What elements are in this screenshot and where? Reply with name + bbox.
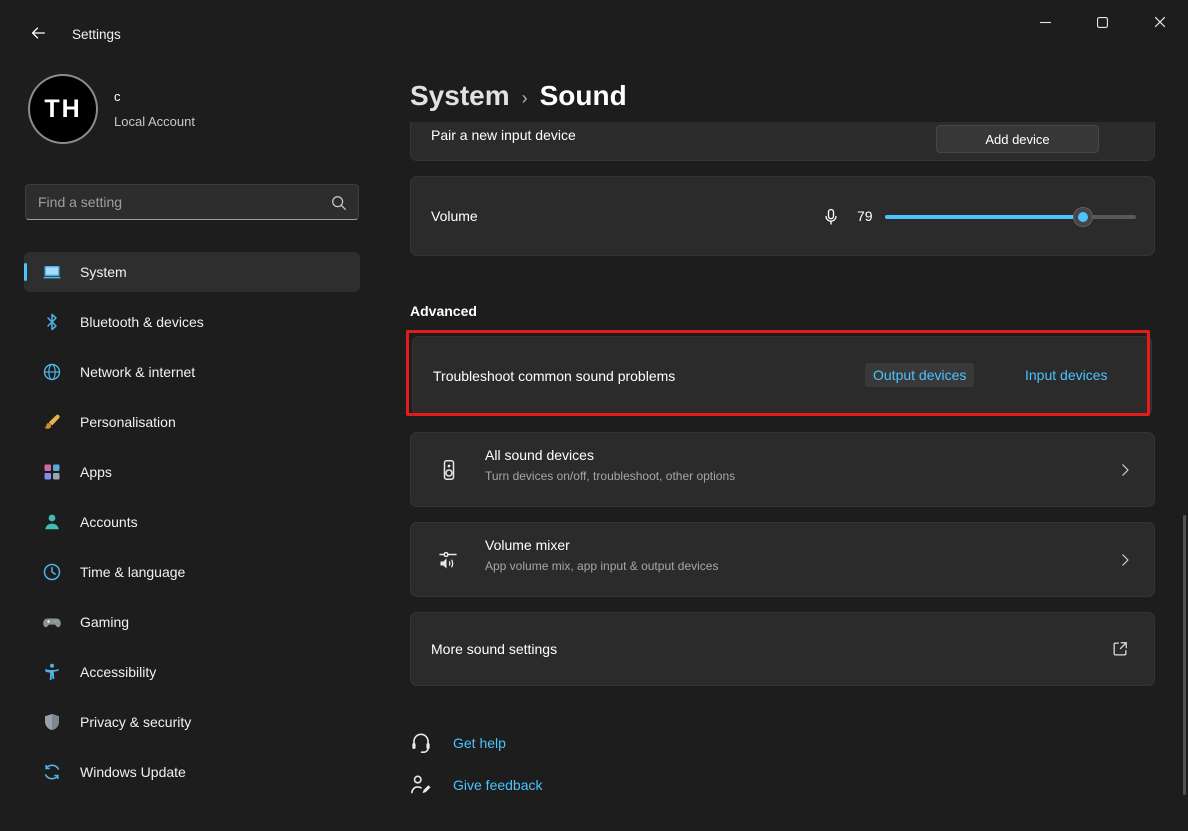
maximize-button[interactable]: [1074, 0, 1131, 44]
minimize-button[interactable]: [1017, 0, 1074, 44]
bluetooth-icon: [42, 312, 62, 332]
output-devices-link[interactable]: Output devices: [865, 363, 974, 387]
sidebar-item-label: System: [80, 264, 127, 280]
chevron-right-icon: [1116, 461, 1134, 479]
troubleshoot-label: Troubleshoot common sound problems: [433, 368, 675, 384]
give-feedback-icon: [408, 772, 434, 798]
troubleshoot-row: Troubleshoot common sound problems Outpu…: [412, 336, 1152, 416]
volume-mixer-title: Volume mixer: [485, 537, 718, 553]
accounts-icon: [42, 512, 62, 532]
sidebar-item-gaming[interactable]: Gaming: [24, 602, 360, 642]
search-box: [25, 184, 359, 220]
sidebar-item-privacy-security[interactable]: Privacy & security: [24, 702, 360, 742]
window-controls: [1017, 0, 1188, 44]
network-icon: [42, 362, 62, 382]
give-feedback-link[interactable]: Give feedback: [453, 777, 543, 793]
sidebar-item-label: Time & language: [80, 564, 185, 580]
sidebar-item-label: Windows Update: [80, 764, 186, 780]
scroll-area: Pair a new input device Add device Volum…: [384, 122, 1188, 831]
apps-icon: [42, 462, 62, 482]
volume-mixer-subtitle: App volume mix, app input & output devic…: [485, 559, 718, 573]
volume-row: Volume 79: [410, 176, 1155, 256]
breadcrumb-separator-icon: ›: [522, 83, 528, 109]
sidebar-item-label: Apps: [80, 464, 112, 480]
sidebar-item-personalisation[interactable]: Personalisation: [24, 402, 360, 442]
get-help-icon: [408, 730, 434, 756]
volume-label: Volume: [431, 208, 478, 224]
get-help-link[interactable]: Get help: [453, 735, 506, 751]
chevron-right-icon: [1116, 551, 1134, 569]
sidebar-item-label: Bluetooth & devices: [80, 314, 204, 330]
breadcrumb-system[interactable]: System: [410, 80, 510, 112]
personalisation-icon: [42, 412, 62, 432]
back-arrow-icon: [29, 24, 47, 42]
sidebar-nav: System Bluetooth & devices Network & int…: [24, 252, 360, 802]
minimize-icon: [1040, 17, 1051, 28]
sidebar-item-label: Personalisation: [80, 414, 176, 430]
sidebar-item-label: Accounts: [80, 514, 138, 530]
speaker-device-icon: [437, 458, 461, 482]
sidebar-item-accounts[interactable]: Accounts: [24, 502, 360, 542]
more-sound-settings-row[interactable]: More sound settings: [410, 612, 1155, 686]
all-sound-devices-row[interactable]: All sound devices Turn devices on/off, t…: [410, 432, 1155, 507]
sidebar-item-accessibility[interactable]: Accessibility: [24, 652, 360, 692]
microphone-icon: [821, 207, 841, 227]
gaming-icon: [42, 612, 62, 632]
more-sound-settings-title: More sound settings: [431, 641, 557, 657]
get-help-row: Get help: [408, 730, 506, 756]
pair-input-device-row: Pair a new input device Add device: [410, 122, 1155, 161]
page-title: Sound: [540, 80, 627, 112]
external-link-icon: [1110, 639, 1130, 659]
pair-input-device-label: Pair a new input device: [431, 127, 576, 143]
all-sound-devices-subtitle: Turn devices on/off, troubleshoot, other…: [485, 469, 735, 483]
sidebar-item-label: Privacy & security: [80, 714, 191, 730]
sidebar-item-label: Network & internet: [80, 364, 195, 380]
windows-update-icon: [42, 762, 62, 782]
volume-slider-fill: [885, 215, 1083, 219]
volume-mixer-text: Volume mixer App volume mix, app input &…: [485, 537, 718, 573]
main-content: System › Sound Pair a new input device A…: [384, 48, 1188, 831]
maximize-icon: [1097, 17, 1108, 28]
sidebar-item-bluetooth-devices[interactable]: Bluetooth & devices: [24, 302, 360, 342]
accessibility-icon: [42, 662, 62, 682]
all-sound-devices-text: All sound devices Turn devices on/off, t…: [485, 447, 735, 483]
titlebar: Settings: [0, 0, 1188, 48]
system-icon: [42, 262, 62, 282]
avatar: TH: [28, 74, 98, 144]
input-devices-link[interactable]: Input devices: [1025, 367, 1108, 383]
close-icon: [1154, 16, 1166, 28]
settings-window: Settings TH c Local Account: [0, 0, 1188, 831]
breadcrumb: System › Sound: [410, 80, 627, 112]
search-input[interactable]: [26, 185, 358, 219]
back-button[interactable]: [20, 17, 56, 49]
sidebar-item-windows-update[interactable]: Windows Update: [24, 752, 360, 792]
sidebar-item-label: Gaming: [80, 614, 129, 630]
volume-value: 79: [857, 208, 873, 224]
scrollbar[interactable]: [1183, 515, 1186, 795]
volume-mixer-row[interactable]: Volume mixer App volume mix, app input &…: [410, 522, 1155, 597]
window-title: Settings: [72, 27, 121, 42]
sidebar-item-apps[interactable]: Apps: [24, 452, 360, 492]
volume-mixer-icon: [437, 548, 461, 572]
advanced-section-heading: Advanced: [410, 303, 477, 319]
volume-slider[interactable]: [885, 207, 1136, 227]
avatar-initials: TH: [44, 95, 81, 124]
give-feedback-row: Give feedback: [408, 772, 543, 798]
user-account[interactable]: TH c Local Account: [0, 48, 360, 158]
user-name: c: [114, 89, 121, 104]
time-language-icon: [42, 562, 62, 582]
add-device-button[interactable]: Add device: [936, 125, 1099, 153]
sidebar-item-time-language[interactable]: Time & language: [24, 552, 360, 592]
sidebar-item-network-internet[interactable]: Network & internet: [24, 352, 360, 392]
volume-slider-thumb[interactable]: [1073, 207, 1093, 227]
privacy-icon: [42, 712, 62, 732]
close-button[interactable]: [1131, 0, 1188, 44]
sidebar-item-system[interactable]: System: [24, 252, 360, 292]
all-sound-devices-title: All sound devices: [485, 447, 735, 463]
user-account-type: Local Account: [114, 114, 195, 129]
sidebar: TH c Local Account System: [0, 48, 384, 831]
sidebar-item-label: Accessibility: [80, 664, 156, 680]
selected-accent-bar: [24, 263, 27, 281]
search-icon: [330, 194, 348, 212]
